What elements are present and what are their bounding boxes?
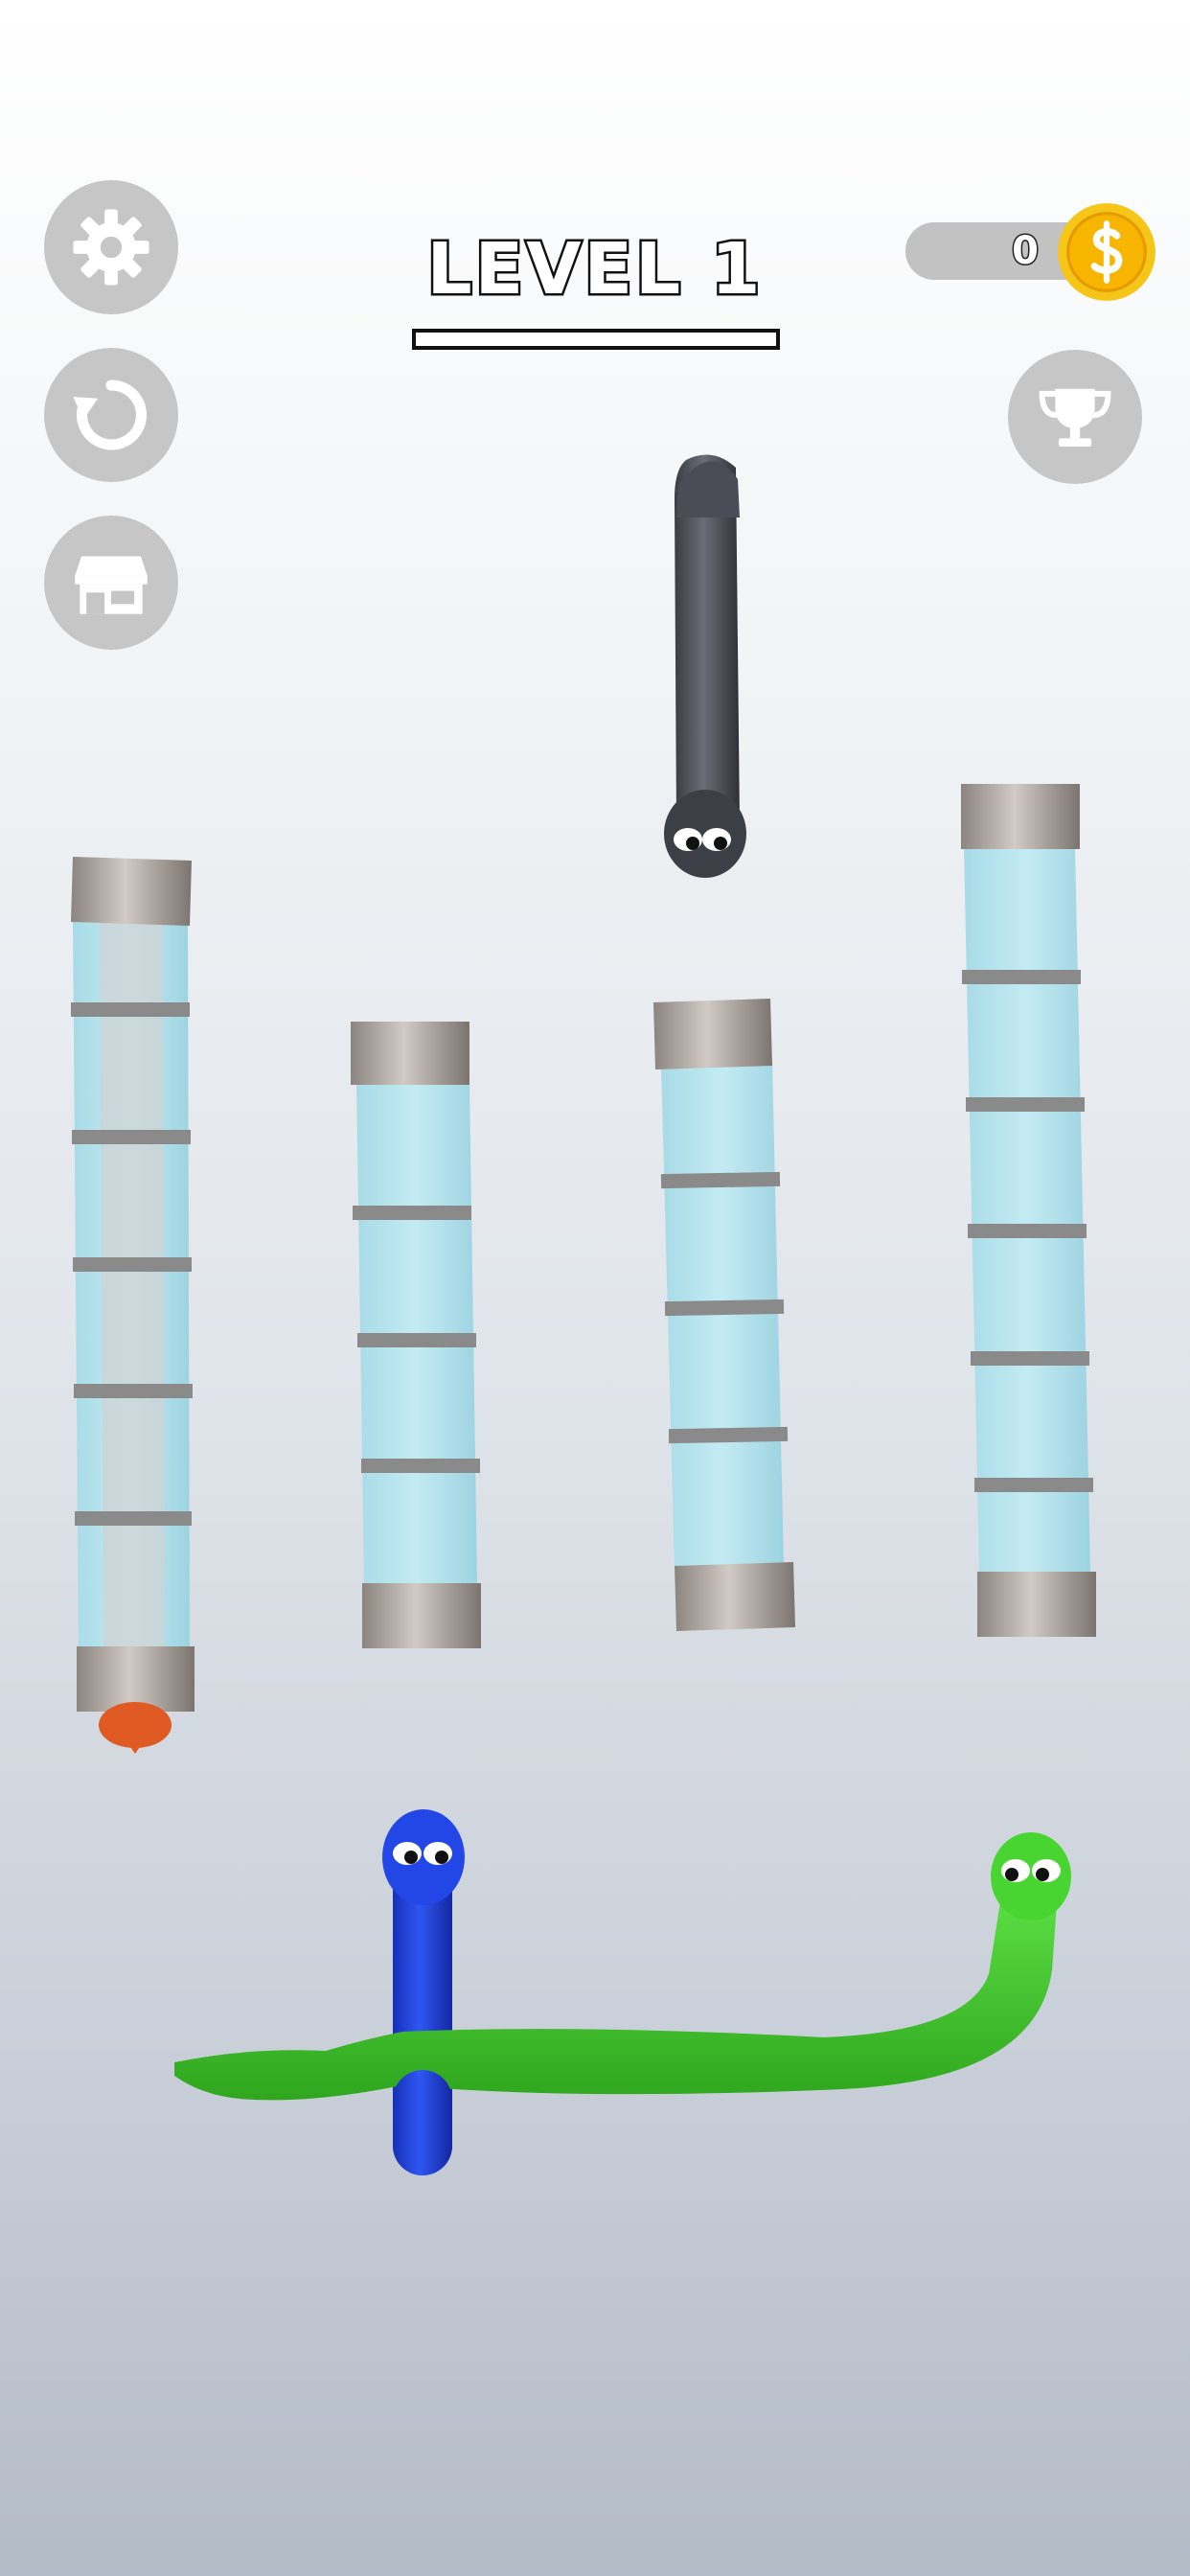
- orange-snake-head[interactable]: [99, 1702, 172, 1748]
- black-snake[interactable]: [664, 454, 746, 878]
- tube-3[interactable]: [653, 999, 795, 1631]
- green-snake[interactable]: [174, 1832, 1071, 2101]
- tube-4[interactable]: [961, 784, 1096, 1637]
- game-board: [71, 454, 1096, 2175]
- blue-snake-tail: [393, 2070, 452, 2175]
- tube-2[interactable]: [351, 1022, 481, 1648]
- tube-1[interactable]: [71, 857, 195, 1754]
